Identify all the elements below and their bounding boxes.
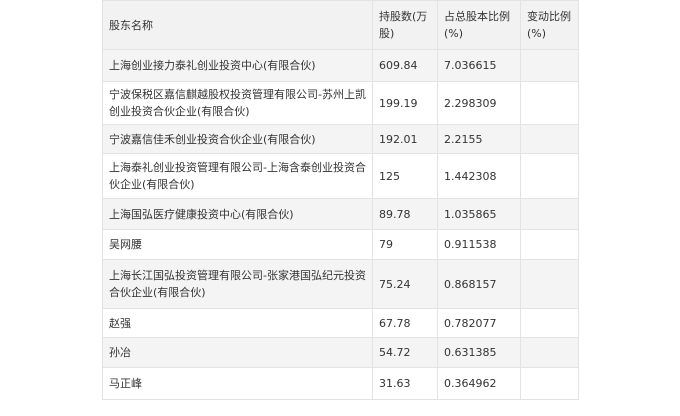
table-row: 宁波嘉信佳禾创业投资合伙企业(有限合伙) 192.01 2.2155 <box>102 124 579 154</box>
header-share-ratio: 占总股本比例(%) <box>437 0 521 50</box>
table-row: 赵强 67.78 0.782077 <box>102 308 579 338</box>
cell-share-ratio: 2.2155 <box>437 124 521 154</box>
cell-shareholder-name: 宁波保税区嘉信麒越股权投资管理有限公司-苏州上凯创业投资合伙企业(有限合伙) <box>102 81 373 125</box>
cell-shares-held: 31.63 <box>372 367 438 400</box>
cell-shares-held: 192.01 <box>372 124 438 154</box>
cell-share-ratio: 1.035865 <box>437 198 521 230</box>
cell-shareholder-name: 赵强 <box>102 308 373 338</box>
cell-change-ratio <box>520 198 579 230</box>
cell-shareholder-name: 宁波嘉信佳禾创业投资合伙企业(有限合伙) <box>102 124 373 154</box>
cell-change-ratio <box>520 337 579 368</box>
header-shareholder-name: 股东名称 <box>102 0 373 50</box>
table-row: 上海创业接力泰礼创业投资中心(有限合伙) 609.84 7.036615 <box>102 49 579 82</box>
cell-share-ratio: 0.782077 <box>437 308 521 338</box>
cell-share-ratio: 0.911538 <box>437 229 521 260</box>
cell-shares-held: 67.78 <box>372 308 438 338</box>
cell-share-ratio: 2.298309 <box>437 81 521 125</box>
cell-shares-held: 79 <box>372 229 438 260</box>
cell-shares-held: 199.19 <box>372 81 438 125</box>
table-header-row: 股东名称 持股数(万股) 占总股本比例(%) 变动比例(%) <box>102 0 579 50</box>
table-row: 孙冶 54.72 0.631385 <box>102 337 579 368</box>
cell-shareholder-name: 上海国弘医疗健康投资中心(有限合伙) <box>102 198 373 230</box>
table-row: 上海泰礼创业投资管理有限公司-上海含泰创业投资合伙企业(有限合伙) 125 1.… <box>102 153 579 199</box>
cell-change-ratio <box>520 308 579 338</box>
cell-share-ratio: 0.868157 <box>437 259 521 309</box>
cell-shares-held: 75.24 <box>372 259 438 309</box>
cell-change-ratio <box>520 259 579 309</box>
shareholder-table-container: 股东名称 持股数(万股) 占总股本比例(%) 变动比例(%) 上海创业接力泰礼创… <box>102 0 579 400</box>
header-shares-held: 持股数(万股) <box>372 0 438 50</box>
table-row: 吴网腰 79 0.911538 <box>102 229 579 260</box>
cell-change-ratio <box>520 153 579 199</box>
cell-change-ratio <box>520 124 579 154</box>
cell-shareholder-name: 孙冶 <box>102 337 373 368</box>
cell-share-ratio: 1.442308 <box>437 153 521 199</box>
cell-change-ratio <box>520 81 579 125</box>
cell-share-ratio: 0.631385 <box>437 337 521 368</box>
cell-change-ratio <box>520 49 579 82</box>
shareholder-table: 股东名称 持股数(万股) 占总股本比例(%) 变动比例(%) 上海创业接力泰礼创… <box>102 0 579 400</box>
table-row: 马正峰 31.63 0.364962 <box>102 367 579 400</box>
cell-share-ratio: 0.364962 <box>437 367 521 400</box>
header-change-ratio: 变动比例(%) <box>520 0 579 50</box>
cell-shareholder-name: 上海长江国弘投资管理有限公司-张家港国弘纪元投资合伙企业(有限合伙) <box>102 259 373 309</box>
cell-shareholder-name: 吴网腰 <box>102 229 373 260</box>
table-row: 上海国弘医疗健康投资中心(有限合伙) 89.78 1.035865 <box>102 198 579 230</box>
cell-shares-held: 54.72 <box>372 337 438 368</box>
cell-shares-held: 609.84 <box>372 49 438 82</box>
table-row: 宁波保税区嘉信麒越股权投资管理有限公司-苏州上凯创业投资合伙企业(有限合伙) 1… <box>102 81 579 125</box>
table-row: 上海长江国弘投资管理有限公司-张家港国弘纪元投资合伙企业(有限合伙) 75.24… <box>102 259 579 309</box>
cell-share-ratio: 7.036615 <box>437 49 521 82</box>
cell-shareholder-name: 上海创业接力泰礼创业投资中心(有限合伙) <box>102 49 373 82</box>
cell-shares-held: 125 <box>372 153 438 199</box>
cell-change-ratio <box>520 367 579 400</box>
cell-change-ratio <box>520 229 579 260</box>
cell-shareholder-name: 上海泰礼创业投资管理有限公司-上海含泰创业投资合伙企业(有限合伙) <box>102 153 373 199</box>
cell-shareholder-name: 马正峰 <box>102 367 373 400</box>
cell-shares-held: 89.78 <box>372 198 438 230</box>
